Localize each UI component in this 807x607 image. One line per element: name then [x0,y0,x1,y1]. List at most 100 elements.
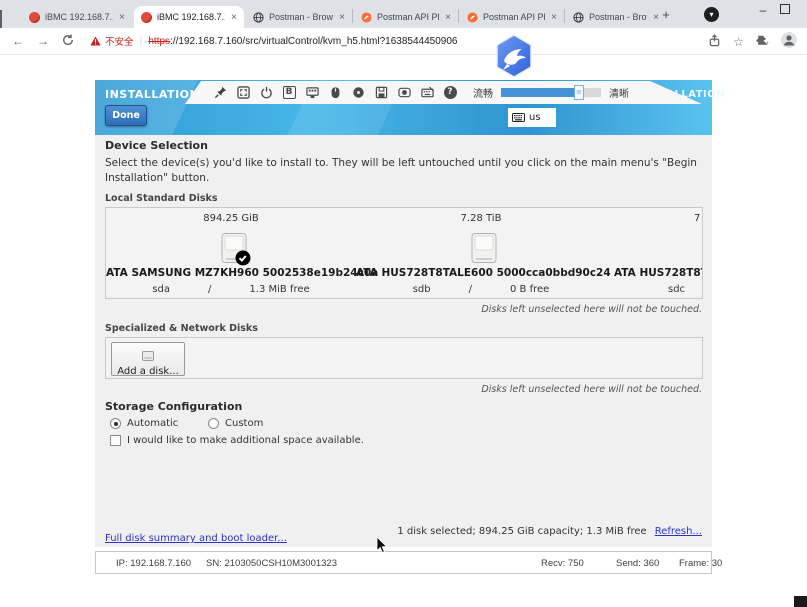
tab-ibmc-1[interactable]: iBMC 192.168.7.16... × [22,6,132,28]
small-disk-icon [112,346,184,365]
window-corner-mark [794,596,807,607]
add-disk-button[interactable]: Add a disk... [111,342,185,376]
reload-icon[interactable] [62,34,74,49]
fullscreen-icon[interactable] [236,86,250,100]
record-icon[interactable] [397,86,411,100]
profile-avatar[interactable] [781,32,797,51]
new-tab-button[interactable]: + [658,7,674,23]
unselected-note: Disks left unselected here will not be t… [481,384,702,395]
keyboard-b-icon[interactable]: B [282,86,296,100]
local-disks-panel: 894.25 GiB ATA SAMSUNG MZ7KH960 5002538e… [105,207,703,299]
warning-triangle-icon [90,36,101,46]
footer-left: Full disk summary and boot loader... [105,526,287,545]
storage-configuration-title: Storage Configuration [105,400,242,413]
tab-ibmc-2-active[interactable]: iBMC 192.168.7.16... × [134,6,244,28]
tab-close-icon[interactable]: × [231,12,237,23]
additional-space-option[interactable]: I would like to make additional space av… [110,435,364,446]
disk-sdc[interactable]: 7 ATA HUS728T8TAL sdc [606,208,703,299]
tab-postman-api-2[interactable]: Postman API Platfo... × [460,6,564,28]
mouse-icon[interactable] [328,86,342,100]
tab-title: Postman API Platfo... [483,12,545,22]
ibmc-favicon [141,12,152,23]
postman-favicon [361,12,372,23]
tab-postman-browse-2[interactable]: Postman - Browse... × [566,6,666,28]
video-quality-slider: 流畅 ≡ 清晰 [473,85,629,100]
virtual-keyboard-icon[interactable] [420,86,434,100]
disk-name: ATA HUS728T8TAL [614,267,703,279]
kvm-grid-icon[interactable] [305,86,319,100]
tab-close-icon[interactable]: × [339,12,345,23]
disk-dev: sdb [413,284,431,295]
disk-size: 894.25 GiB [106,213,356,224]
bookmark-star-icon[interactable]: ☆ [733,35,744,49]
power-icon[interactable] [259,86,273,100]
url-text[interactable]: https://192.168.7.160/src/virtualControl… [148,36,457,47]
storage-custom-option[interactable]: Custom [208,418,263,429]
unselected-note: Disks left unselected here will not be t… [481,304,702,315]
extensions-puzzle-icon[interactable] [756,34,769,50]
window-maximize-button[interactable] [780,4,790,14]
slider-track[interactable]: ≡ [501,88,601,97]
local-disks-label: Local Standard Disks [105,193,218,204]
share-icon[interactable] [708,34,721,50]
help-icon[interactable]: ? [443,86,457,100]
thunder-bird-logo[interactable] [494,34,534,82]
cd-icon[interactable] [351,86,365,100]
tab-close-icon[interactable]: × [119,12,125,23]
security-warning-text: 不安全 [105,34,134,48]
radio-selected-icon[interactable] [110,418,121,429]
checkbox-icon[interactable] [110,435,121,446]
status-frame: Frame: 30 [679,558,722,569]
kvm-toolbar: B ? 流畅 ≡ 清晰 [185,81,702,104]
tab-postman-browse-1[interactable]: Postman - Browse... × [246,6,352,28]
tab-separator [352,9,353,23]
url-scheme: https [148,36,170,47]
status-ip: IP: 192.168.7.160 [116,558,191,569]
floppy-icon[interactable] [374,86,388,100]
refresh-link[interactable]: Refresh... [655,526,702,537]
disk-dev: sdc [668,284,685,295]
pin-icon[interactable] [213,86,227,100]
slider-smooth-label: 流畅 [473,85,493,100]
storage-automatic-option[interactable]: Automatic [110,418,178,429]
tab-title: iBMC 192.168.7.16... [45,12,113,22]
disk-size: 7 [694,213,700,224]
disk-sdb[interactable]: 7.28 TiB ATA HUS728T8TALE600 5000cca0bbd… [356,208,606,299]
window-minimize-button[interactable]: – [755,3,771,19]
footer-right: 1 disk selected; 894.25 GiB capacity; 1.… [397,526,702,537]
radio-unselected-icon[interactable] [208,418,219,429]
tab-close-icon[interactable]: × [445,12,451,23]
ibmc-favicon [29,12,40,23]
address-separator: | [140,35,143,47]
disk-devrow: sdc [668,284,685,295]
background-window-sliver [0,10,2,28]
disk-free: 1.3 MiB free [249,284,309,295]
selection-summary: 1 disk selected; 894.25 GiB capacity; 1.… [397,526,646,537]
browser-update-icon[interactable]: ▾ [704,7,719,22]
keyboard-layout-indicator[interactable]: us [508,108,556,127]
full-disk-summary-link[interactable]: Full disk summary and boot loader... [105,533,287,544]
done-button[interactable]: Done [105,105,147,126]
device-selection-description: Select the device(s) you'd like to insta… [105,156,701,186]
back-icon[interactable]: ← [12,34,24,48]
forward-icon[interactable]: → [37,34,49,48]
tab-separator [458,9,459,23]
disk-dev: sda [152,284,170,295]
globe-favicon [573,12,584,23]
tab-title: Postman - Browse... [589,12,647,22]
globe-favicon [253,12,264,23]
tab-postman-api-1[interactable]: Postman API Platfo... × [354,6,458,28]
tab-title: Postman API Platfo... [377,12,439,22]
disk-free: 0 B free [510,284,549,295]
disk-sda[interactable]: 894.25 GiB ATA SAMSUNG MZ7KH960 5002538e… [106,208,356,299]
postman-favicon [467,12,478,23]
disk-name: ATA SAMSUNG MZ7KH960 5002538e19b24c0a [106,267,356,279]
tab-close-icon[interactable]: × [551,12,557,23]
selected-check-badge [236,251,251,266]
network-disks-label: Specialized & Network Disks [105,323,258,334]
automatic-label: Automatic [127,418,178,429]
disk-name: ATA HUS728T8TALE600 5000cca0bbd90c24 [356,267,606,279]
slider-handle[interactable]: ≡ [574,85,584,100]
slider-sharp-label: 清晰 [609,85,629,100]
security-warning[interactable]: 不安全 [90,34,134,48]
